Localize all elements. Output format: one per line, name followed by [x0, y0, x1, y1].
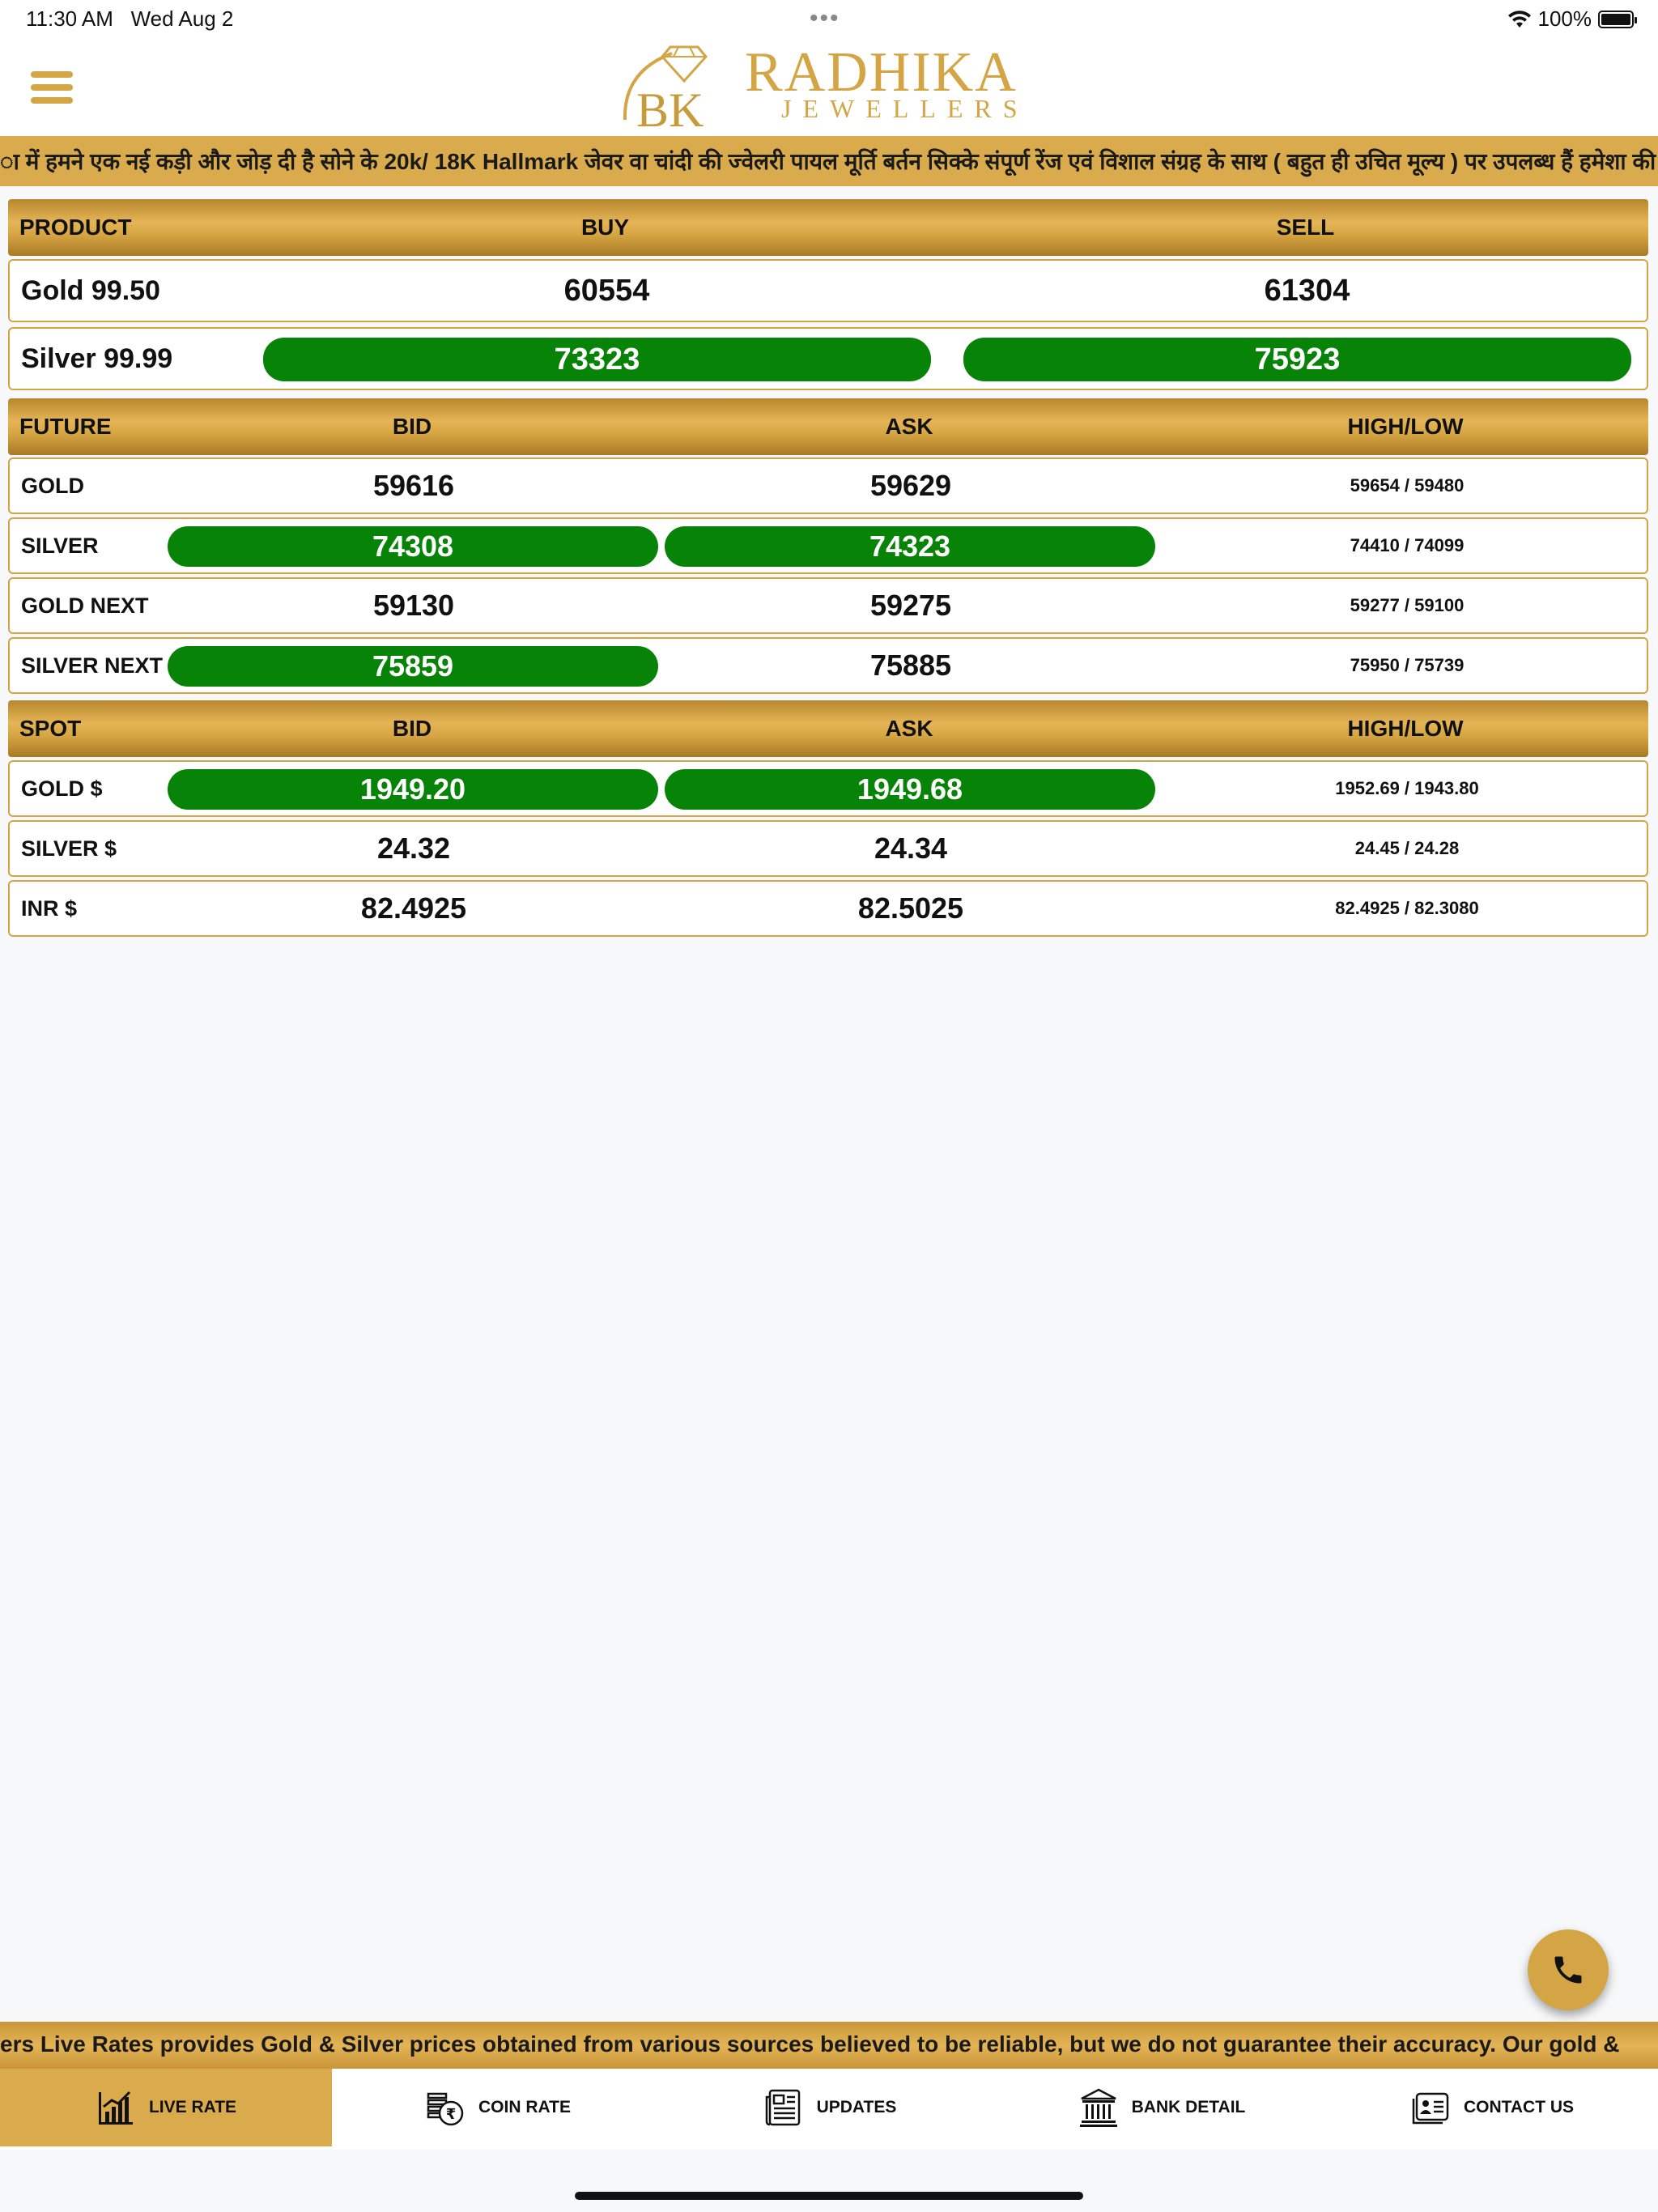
highlow-value: 82.4925 / 82.3080 — [1335, 898, 1479, 918]
bid-value: 82.4925 — [360, 891, 467, 925]
multitasking-dots-icon[interactable]: ••• — [810, 5, 840, 32]
ticker-text: ा में हमने एक नई कड़ी और जोड़ दी है सोने… — [0, 149, 1656, 174]
bid-value: 24.32 — [376, 832, 451, 865]
col-buy: BUY — [580, 215, 630, 240]
bank-icon — [1079, 2088, 1117, 2127]
future-row-silver: SILVER 74308 74323 74410 / 74099 — [8, 517, 1648, 574]
nav-label: COIN RATE — [478, 2098, 571, 2116]
ask-value: 24.34 — [874, 832, 948, 865]
future-row-gold: GOLD 59616 59629 59654 / 59480 — [8, 457, 1648, 514]
contact-card-icon — [1412, 2092, 1449, 2125]
wifi-icon — [1507, 10, 1531, 28]
nav-label: UPDATES — [816, 2098, 897, 2116]
status-bar: 11:30 AM Wed Aug 2 ••• 100% — [0, 0, 1658, 39]
hamburger-menu-icon[interactable] — [31, 71, 73, 105]
status-time-date: 11:30 AM Wed Aug 2 — [26, 6, 233, 32]
coin-icon: ₹ — [427, 2092, 464, 2126]
col-spot: SPOT — [19, 716, 82, 741]
disclaimer-text: ers Live Rates provides Gold & Silver pr… — [0, 2031, 1620, 2057]
product-row-silver: Silver 99.99 73323 75923 — [8, 327, 1648, 390]
nav-label: LIVE RATE — [148, 2098, 237, 2116]
call-button[interactable] — [1528, 1929, 1609, 2010]
nav-bank-detail[interactable]: BANK DETAIL — [996, 2069, 1328, 2146]
buy-value: 73323 — [263, 338, 931, 381]
phone-icon — [1554, 1956, 1582, 1984]
col-bid: BID — [392, 716, 432, 741]
spot-row-inr: INR $ 82.4925 82.5025 82.4925 / 82.3080 — [8, 880, 1648, 937]
bid-value: 59616 — [372, 469, 455, 502]
bid-value: 74308 — [168, 526, 658, 567]
brand-subtitle: JEWELLERS — [781, 94, 1029, 123]
col-highlow: HIGH/LOW — [1347, 716, 1464, 741]
spot-row-gold: GOLD $ 1949.20 1949.68 1952.69 / 1943.80 — [8, 760, 1648, 817]
col-highlow: HIGH/LOW — [1347, 414, 1464, 439]
future-name: SILVER — [21, 533, 99, 558]
nav-coin-rate[interactable]: ₹ COIN RATE — [332, 2069, 664, 2146]
app-header: BK RADHIKA JEWELLERS — [0, 39, 1658, 136]
status-indicators: 100% — [1507, 6, 1637, 32]
spot-table-header: SPOT BID ASK HIGH/LOW — [8, 700, 1648, 757]
chart-icon — [98, 2091, 133, 2125]
product-row-gold: Gold 99.50 60554 61304 — [8, 259, 1648, 322]
col-ask: ASK — [885, 716, 933, 741]
bid-value: 1949.20 — [168, 769, 658, 810]
status-date: Wed Aug 2 — [130, 6, 234, 31]
logo-monogram: BK — [636, 83, 704, 136]
product-table-header: PRODUCT BUY SELL — [8, 199, 1648, 256]
highlow-value: 59277 / 59100 — [1350, 595, 1465, 615]
home-indicator[interactable] — [575, 2192, 1083, 2200]
future-name: SILVER NEXT — [21, 653, 164, 678]
ask-value: 75885 — [869, 649, 952, 682]
nav-label: BANK DETAIL — [1131, 2098, 1246, 2116]
svg-text:₹: ₹ — [446, 2106, 457, 2123]
spot-name: GOLD $ — [21, 776, 103, 801]
ask-value: 59629 — [869, 469, 952, 502]
col-future: FUTURE — [19, 414, 112, 439]
diamond-logo-mark: BK — [623, 45, 708, 136]
future-row-silver-next: SILVER NEXT 75859 75885 75950 / 75739 — [8, 637, 1648, 694]
status-time: 11:30 AM — [26, 6, 113, 31]
product-name: Gold 99.50 — [21, 274, 160, 306]
nav-live-rate[interactable]: LIVE RATE — [0, 2069, 332, 2146]
highlow-value: 74410 / 74099 — [1350, 535, 1465, 555]
future-table-header: FUTURE BID ASK HIGH/LOW — [8, 398, 1648, 455]
spot-name: SILVER $ — [21, 836, 117, 861]
col-sell: SELL — [1276, 215, 1335, 240]
nav-contact-us[interactable]: CONTACT US — [1326, 2069, 1658, 2146]
ask-value: 82.5025 — [857, 891, 964, 925]
ask-value: 59275 — [869, 589, 952, 622]
ask-value: 1949.68 — [665, 769, 1155, 810]
product-name: Silver 99.99 — [21, 342, 173, 374]
battery-percent: 100% — [1537, 6, 1592, 31]
buy-value: 60554 — [563, 273, 650, 308]
spot-row-silver: SILVER $ 24.32 24.34 24.45 / 24.28 — [8, 820, 1648, 877]
highlow-value: 59654 / 59480 — [1350, 475, 1465, 496]
bid-value: 59130 — [372, 589, 455, 622]
sell-value: 61304 — [1264, 273, 1350, 308]
highlow-value: 75950 / 75739 — [1350, 655, 1465, 675]
future-name: GOLD — [21, 473, 84, 498]
highlow-value: 24.45 / 24.28 — [1354, 838, 1460, 858]
spot-name: INR $ — [21, 895, 78, 921]
battery-icon — [1598, 10, 1637, 28]
nav-updates[interactable]: UPDATES — [664, 2069, 996, 2146]
future-name: GOLD NEXT — [21, 593, 149, 618]
col-bid: BID — [392, 414, 432, 439]
ask-value: 74323 — [665, 526, 1155, 567]
sell-value: 75923 — [963, 338, 1631, 381]
highlow-value: 1952.69 / 1943.80 — [1335, 778, 1479, 798]
bid-value: 75859 — [168, 646, 658, 687]
col-ask: ASK — [885, 414, 933, 439]
nav-label: CONTACT US — [1463, 2098, 1575, 2116]
newspaper-icon — [765, 2089, 800, 2126]
announcement-ticker: ा में हमने एक नई कड़ी और जोड़ दी है सोने… — [0, 136, 1658, 186]
col-product: PRODUCT — [19, 215, 132, 240]
disclaimer-ticker: ers Live Rates provides Gold & Silver pr… — [0, 2022, 1658, 2069]
future-row-gold-next: GOLD NEXT 59130 59275 59277 / 59100 — [8, 577, 1648, 634]
brand-logo: BK RADHIKA JEWELLERS — [615, 39, 1052, 136]
bottom-navigation: LIVE RATE ₹ COIN RATE UPDATES BANK DETAI… — [0, 2069, 1658, 2150]
